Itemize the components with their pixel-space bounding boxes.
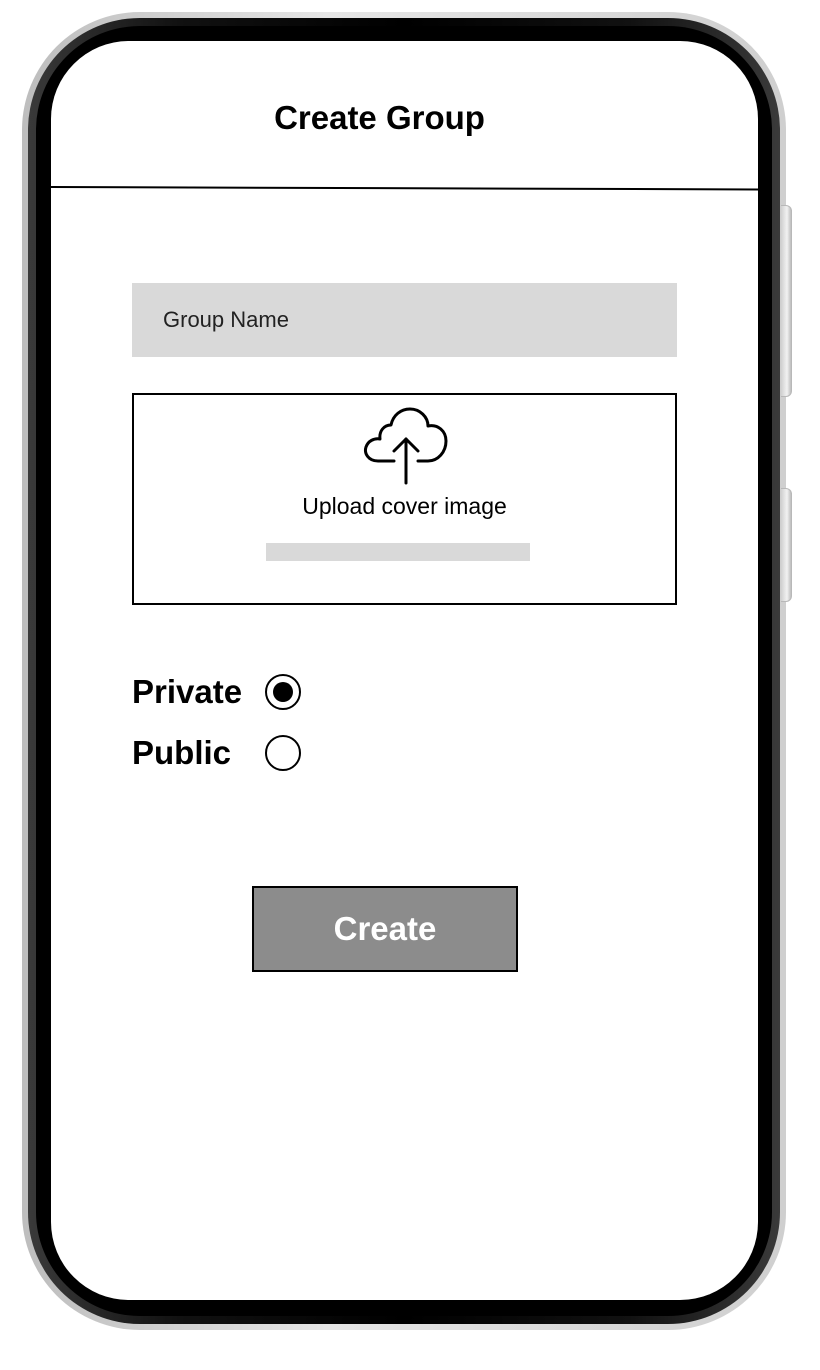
app-screen: Create Group Upload cover image Private …: [51, 41, 758, 1300]
create-button[interactable]: Create: [252, 886, 518, 972]
volume-button: [781, 205, 792, 397]
header-divider: [51, 186, 758, 191]
visibility-option-public[interactable]: Public: [132, 731, 301, 775]
group-name-input[interactable]: [132, 283, 677, 357]
visibility-option-private[interactable]: Private: [132, 670, 301, 714]
power-button: [781, 488, 792, 602]
upload-label: Upload cover image: [302, 493, 507, 519]
radio-private[interactable]: [265, 674, 301, 710]
page-title: Create Group: [274, 99, 485, 136]
radio-label-public: Public: [132, 734, 232, 771]
upload-progress-bar: [266, 543, 530, 561]
radio-label-private: Private: [132, 673, 243, 710]
cloud-upload-icon: [364, 407, 448, 485]
radio-public[interactable]: [265, 735, 301, 771]
upload-cover-dropzone[interactable]: Upload cover image: [132, 393, 677, 605]
